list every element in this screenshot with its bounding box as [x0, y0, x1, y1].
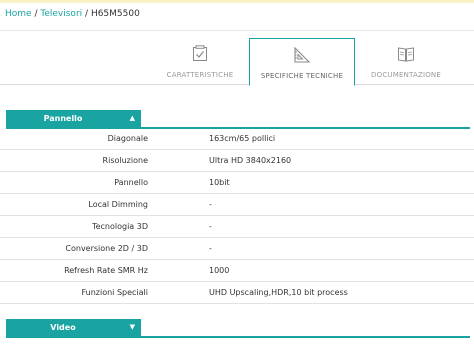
document-icon — [397, 45, 415, 63]
checklist-icon — [191, 45, 209, 63]
tab-bar: CARATTERISTICHE SPECIFICHE TECNICHE DOCU… — [0, 36, 474, 86]
section-header-pannello[interactable]: Pannello ▲ — [6, 110, 141, 128]
spec-row-refresh-rate: Refresh Rate SMR Hz 1000 — [0, 260, 474, 282]
spec-key: Conversione 2D / 3D — [65, 244, 148, 253]
spec-value: - — [209, 244, 212, 253]
spec-row-pannello: Pannello 10bit — [0, 172, 474, 194]
spec-row-funzioni-speciali: Funzioni Speciali UHD Upscaling,HDR,10 b… — [0, 282, 474, 304]
spec-value: - — [209, 222, 212, 231]
spec-row-local-dimming: Local Dimming - — [0, 194, 474, 216]
spec-table: Diagonale 163cm/65 pollici Risoluzione U… — [0, 128, 474, 304]
set-square-icon — [293, 46, 311, 64]
spec-value: 163cm/65 pollici — [209, 134, 276, 143]
spec-value: Ultra HD 3840x2160 — [209, 156, 292, 165]
section-header-video[interactable]: Video ▼ — [6, 319, 141, 337]
breadcrumb-separator: / — [34, 9, 38, 19]
tab-label: DOCUMENTAZIONE — [371, 71, 441, 79]
spec-key: Pannello — [114, 178, 148, 187]
spec-key: Refresh Rate SMR Hz — [64, 266, 148, 275]
spec-row-risoluzione: Risoluzione Ultra HD 3840x2160 — [0, 150, 474, 172]
spec-key: Risoluzione — [102, 156, 148, 165]
spec-value: UHD Upscaling,HDR,10 bit process — [209, 288, 348, 297]
breadcrumb-home-link[interactable]: Home — [5, 9, 32, 19]
breadcrumb-separator: / — [85, 9, 89, 19]
breadcrumb: Home / Televisori / H65M5500 — [5, 9, 140, 19]
section-underline — [6, 336, 470, 338]
section-title: Pannello — [43, 114, 83, 123]
breadcrumb-category-link[interactable]: Televisori — [40, 9, 82, 19]
top-strip — [0, 0, 474, 3]
breadcrumb-divider — [0, 30, 474, 31]
tab-specifiche-tecniche[interactable]: SPECIFICHE TECNICHE — [249, 38, 355, 86]
section-title: Video — [50, 323, 76, 332]
spec-key: Tecnologia 3D — [92, 222, 148, 231]
spec-value: 10bit — [209, 178, 230, 187]
caret-up-icon: ▲ — [129, 114, 135, 122]
spec-key: Funzioni Speciali — [81, 288, 148, 297]
spec-row-diagonale: Diagonale 163cm/65 pollici — [0, 128, 474, 150]
spec-key: Diagonale — [107, 134, 148, 143]
tab-label: SPECIFICHE TECNICHE — [260, 72, 344, 80]
tab-documentazione[interactable]: DOCUMENTAZIONE — [356, 38, 456, 85]
tab-caratteristiche[interactable]: CARATTERISTICHE — [152, 38, 248, 85]
caret-down-icon: ▼ — [129, 323, 135, 331]
spec-row-tecnologia-3d: Tecnologia 3D - — [0, 216, 474, 238]
spec-value: 1000 — [209, 266, 230, 275]
spec-row-conversione-2d-3d: Conversione 2D / 3D - — [0, 238, 474, 260]
spec-key: Local Dimming — [88, 200, 148, 209]
breadcrumb-current: H65M5500 — [90, 9, 140, 19]
spec-value: - — [209, 200, 212, 209]
tab-label: CARATTERISTICHE — [166, 71, 234, 79]
